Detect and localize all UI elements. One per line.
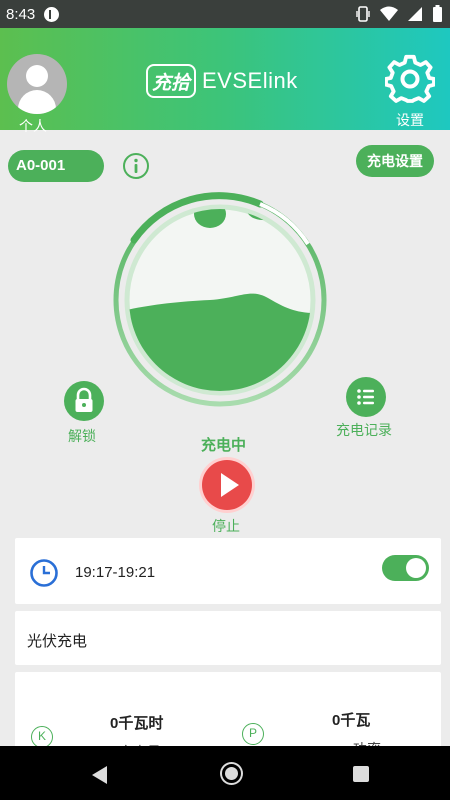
recents-icon[interactable] — [353, 766, 369, 782]
gauge-bubble — [194, 209, 226, 228]
energy-k-icon: K — [31, 726, 53, 748]
battery-icon — [433, 5, 442, 22]
settings-label[interactable]: 设置 — [396, 110, 424, 130]
clock-icon — [30, 559, 58, 587]
schedule-card[interactable]: 19:17-19:21 — [15, 538, 441, 604]
logo-mark: 充拾 — [146, 64, 196, 98]
info-icon[interactable] — [122, 152, 150, 180]
person-avatar-icon[interactable] — [7, 54, 67, 114]
schedule-time-range: 19:17-19:21 — [75, 564, 156, 581]
status-bar: 8:43 — [0, 0, 450, 28]
charge-records-label[interactable]: 充电记录 — [336, 420, 392, 440]
back-icon[interactable] — [92, 766, 107, 784]
charging-status-text: 充电中 — [201, 437, 247, 454]
charge-records-button[interactable] — [346, 377, 386, 417]
stop-label[interactable]: 停止 — [212, 516, 240, 536]
toggle-knob — [406, 558, 426, 578]
solar-charging-card[interactable]: 光伏充电 — [15, 611, 441, 665]
schedule-toggle[interactable] — [382, 555, 429, 581]
gear-icon[interactable] — [385, 54, 435, 104]
energy-value: 0千瓦时 — [110, 715, 164, 732]
app-notification-icon — [44, 7, 59, 22]
status-icons — [356, 5, 442, 22]
stop-button[interactable] — [202, 460, 252, 510]
lock-icon — [75, 387, 93, 412]
status-time: 8:43 — [6, 6, 36, 23]
app-header: 个人 充拾 EVSElink 设置 — [0, 28, 450, 134]
power-value: 0千瓦 — [332, 712, 371, 729]
wifi-icon — [380, 6, 398, 21]
android-nav-bar — [0, 746, 450, 800]
logo-text: EVSElink — [202, 68, 298, 93]
app-logo: 充拾 EVSElink — [146, 64, 298, 98]
unlock-button[interactable] — [64, 381, 104, 421]
device-id-pill[interactable]: A0-001 — [8, 150, 104, 182]
unlock-label[interactable]: 解锁 — [68, 426, 96, 446]
charge-settings-button[interactable]: 充电设置 — [356, 145, 434, 177]
solar-charging-label: 光伏充电 — [27, 633, 88, 650]
charging-gauge — [113, 192, 327, 407]
personal-label[interactable]: 个人 — [19, 116, 47, 136]
home-icon[interactable] — [222, 764, 241, 783]
power-p-icon: P — [242, 723, 264, 745]
list-icon — [357, 389, 374, 405]
signal-icon — [408, 6, 422, 21]
vibrate-icon — [356, 5, 370, 22]
